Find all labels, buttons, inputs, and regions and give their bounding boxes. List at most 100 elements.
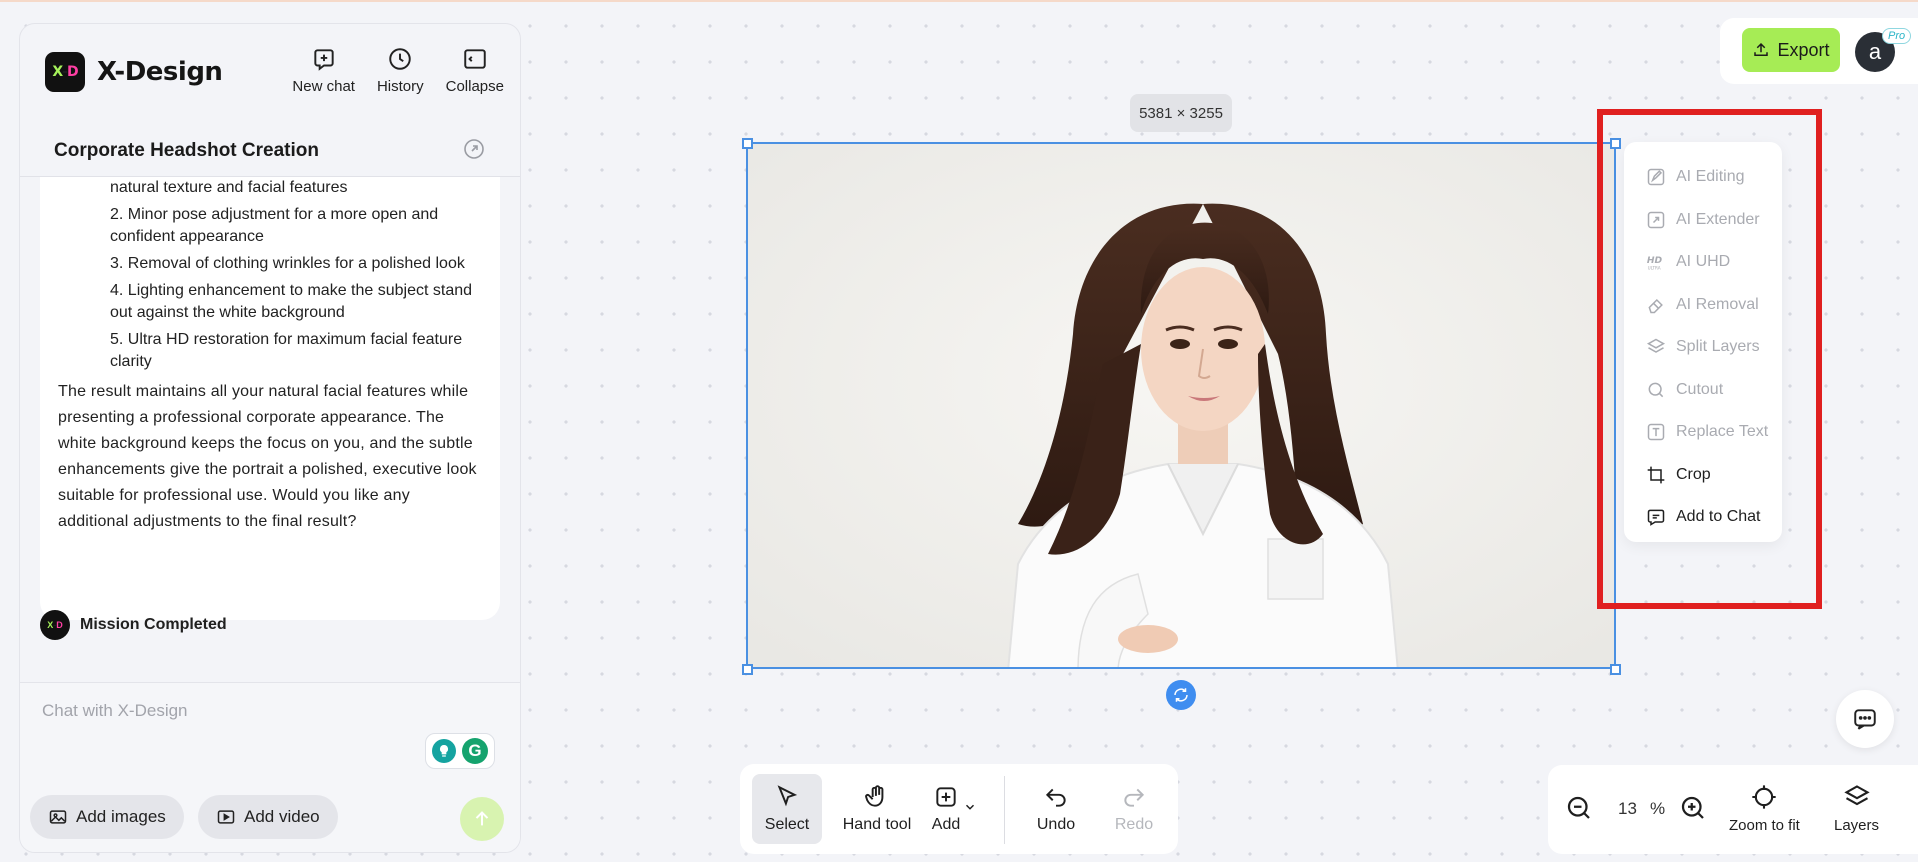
assistant-message: natural texture and facial features 2. M… <box>40 177 500 620</box>
menu-item-add-to-chat[interactable]: Add to Chat <box>1624 496 1782 539</box>
panel-actions: New chat History Collapse <box>292 46 504 95</box>
canvas-toolbar: Select Hand tool Add Undo Redo <box>740 764 1178 854</box>
select-tool[interactable]: Select <box>752 774 822 844</box>
menu-item-replace-text[interactable]: Replace Text <box>1624 411 1782 454</box>
zoom-to-fit-label: Zoom to fit <box>1729 817 1800 834</box>
image-dimensions: 5381 × 3255 <box>1130 94 1232 132</box>
menu-item-ai-uhd[interactable]: HD ULTRA AI UHD <box>1624 241 1782 284</box>
list-item: 4. Lighting enhancement to make the subj… <box>110 282 473 321</box>
redo-label: Redo <box>1114 816 1154 833</box>
collapse-button[interactable]: Collapse <box>446 46 504 95</box>
avatar-d: D <box>56 620 63 630</box>
zoom-in-icon[interactable] <box>1678 793 1708 823</box>
add-video-button[interactable]: Add video <box>198 795 338 839</box>
hand-tool[interactable]: Hand tool <box>832 774 922 844</box>
list-item: 2. Minor pose adjustment for a more open… <box>110 206 439 245</box>
resize-handle-top-left[interactable] <box>742 138 753 149</box>
clock-icon <box>389 48 412 70</box>
grammarly-icon[interactable]: G <box>462 738 488 764</box>
enhancement-list: natural texture and facial features 2. M… <box>58 177 482 373</box>
eraser-icon <box>1648 298 1663 313</box>
toolbar-divider <box>1004 776 1005 844</box>
list-item: natural texture and facial features <box>110 179 348 196</box>
open-chat-button[interactable] <box>1836 690 1894 748</box>
chat-bubble-icon <box>1647 509 1665 527</box>
zoom-to-fit-button[interactable]: Zoom to fit <box>1729 783 1800 834</box>
redo-button[interactable]: Redo <box>1104 774 1164 844</box>
layers-button[interactable]: Layers <box>1834 783 1879 834</box>
new-chat-icon <box>314 49 334 71</box>
header-actions: Export a Pro <box>1720 18 1918 84</box>
history-button[interactable]: History <box>377 46 424 95</box>
cursor-icon <box>777 785 798 807</box>
menu-label: AI Removal <box>1676 295 1759 313</box>
resize-handle-bottom-left[interactable] <box>742 664 753 675</box>
undo-button[interactable]: Undo <box>1026 774 1086 844</box>
list-item: 3. Removal of clothing wrinkles for a po… <box>110 255 465 272</box>
menu-item-ai-extender[interactable]: AI Extender <box>1624 199 1782 242</box>
rotate-button[interactable] <box>1166 680 1196 710</box>
menu-label: Cutout <box>1676 380 1724 398</box>
video-icon <box>217 810 235 824</box>
chevron-down-icon[interactable] <box>963 800 977 814</box>
ai-extender-icon <box>1647 211 1665 228</box>
menu-item-ai-removal[interactable]: AI Removal <box>1624 284 1782 327</box>
chat-title: Corporate Headshot Creation <box>54 140 319 161</box>
zoom-out-icon[interactable] <box>1564 793 1594 823</box>
layers-icon <box>1646 338 1666 354</box>
export-button[interactable]: Export <box>1742 28 1840 72</box>
zoom-value[interactable]: 13 <box>1618 799 1637 819</box>
chat-input[interactable] <box>42 701 482 721</box>
history-label: History <box>376 78 424 95</box>
redo-icon <box>1124 788 1145 807</box>
canvas-image[interactable] <box>746 142 1616 669</box>
message-icon <box>1854 709 1876 730</box>
undo-icon <box>1045 788 1066 807</box>
menu-item-ai-editing[interactable]: AI Editing <box>1624 156 1782 199</box>
logo-d: D <box>66 64 79 80</box>
app-name: X-Design <box>97 57 223 87</box>
collapse-icon <box>464 49 486 69</box>
share-icon[interactable] <box>462 137 486 166</box>
add-square-icon <box>936 787 956 807</box>
pro-badge: Pro <box>1882 28 1912 44</box>
send-button[interactable] <box>460 797 504 841</box>
panel-header: X-D X-Design New chat History Collapse C… <box>20 24 520 164</box>
chat-title-row: Corporate Headshot Creation <box>20 134 520 168</box>
menu-item-crop[interactable]: Crop <box>1624 454 1782 497</box>
menu-label: AI UHD <box>1676 253 1731 271</box>
add-tool[interactable]: Add <box>926 774 966 844</box>
lightbulb-icon[interactable] <box>432 739 456 763</box>
image-context-menu: AI Editing AI Extender HD ULTRA AI UHD AI… <box>1624 142 1782 542</box>
zoom-unit: % <box>1650 799 1666 818</box>
mission-status-label: Mission Completed <box>80 616 227 633</box>
add-images-label: Add images <box>76 807 166 826</box>
chat-input-area: G Add images Add video <box>20 682 520 852</box>
hd-ultra-icon: HDULTRA <box>1647 255 1663 271</box>
upload-icon <box>1754 42 1769 56</box>
add-video-label: Add video <box>244 807 320 826</box>
logo-x: X <box>52 64 63 80</box>
cutout-icon <box>1648 382 1664 397</box>
undo-label: Undo <box>1036 816 1076 833</box>
app-logo[interactable]: X-D X-Design <box>45 52 223 92</box>
new-chat-button[interactable]: New chat <box>292 46 355 95</box>
menu-item-split-layers[interactable]: Split Layers <box>1624 326 1782 369</box>
resize-handle-top-right[interactable] <box>1610 138 1621 149</box>
agent-avatar: X-D <box>40 610 70 640</box>
add-images-button[interactable]: Add images <box>30 795 184 839</box>
layers-label: Layers <box>1834 817 1880 834</box>
menu-item-cutout[interactable]: Cutout <box>1624 369 1782 412</box>
menu-label: AI Extender <box>1676 210 1760 228</box>
logo-badge: X-D <box>45 52 85 92</box>
hand-tool-label: Hand tool <box>842 816 912 833</box>
list-item: 5. Ultra HD restoration for maximum faci… <box>110 331 463 370</box>
resize-handle-bottom-right[interactable] <box>1610 664 1621 675</box>
replace-text-icon <box>1647 424 1665 441</box>
export-label: Export <box>1777 39 1830 60</box>
image-icon <box>49 810 67 824</box>
svg-text:HD: HD <box>1647 255 1663 266</box>
grammarly-widget[interactable]: G <box>425 733 495 769</box>
ai-editing-icon <box>1647 169 1665 186</box>
select-label: Select <box>764 816 810 833</box>
